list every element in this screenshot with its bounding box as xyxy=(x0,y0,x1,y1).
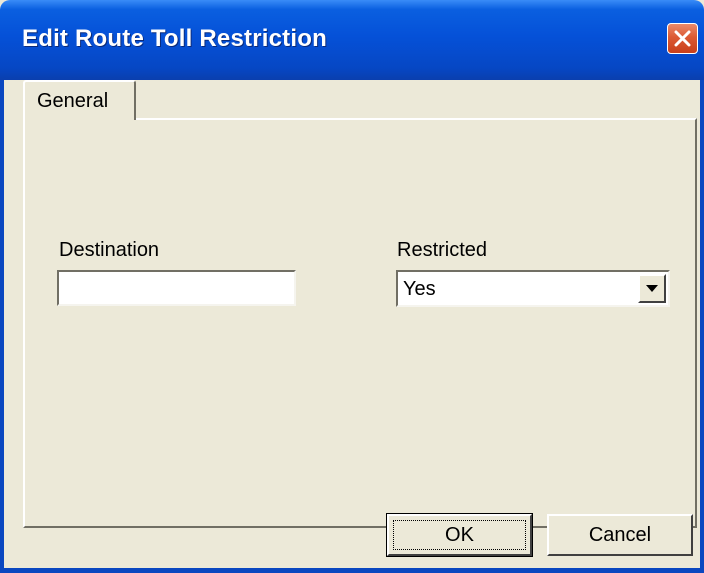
close-button[interactable] xyxy=(667,23,698,54)
tab-general-label: General xyxy=(37,90,109,112)
dialog-window: Edit Route Toll Restriction General Dest… xyxy=(0,0,704,573)
window-frame-right xyxy=(700,80,704,573)
close-icon xyxy=(674,30,691,47)
restricted-select[interactable]: Yes xyxy=(396,270,670,307)
cancel-button[interactable]: Cancel xyxy=(547,514,693,556)
cancel-button-label: Cancel xyxy=(588,524,652,546)
destination-input[interactable] xyxy=(57,270,296,306)
chevron-down-icon xyxy=(646,285,658,292)
restricted-select-value: Yes xyxy=(403,278,436,300)
tab-panel-general xyxy=(23,118,697,528)
ok-button[interactable]: OK xyxy=(386,513,533,557)
restricted-label: Restricted xyxy=(397,239,488,261)
restricted-dropdown-button[interactable] xyxy=(638,274,666,303)
window-title: Edit Route Toll Restriction xyxy=(22,25,327,52)
ok-button-label: OK xyxy=(445,524,474,546)
tab-general[interactable]: General xyxy=(23,80,136,120)
window-frame-bottom xyxy=(0,568,704,573)
window-frame-left xyxy=(0,80,4,573)
destination-label: Destination xyxy=(59,239,160,261)
title-bar[interactable]: Edit Route Toll Restriction xyxy=(0,0,704,80)
